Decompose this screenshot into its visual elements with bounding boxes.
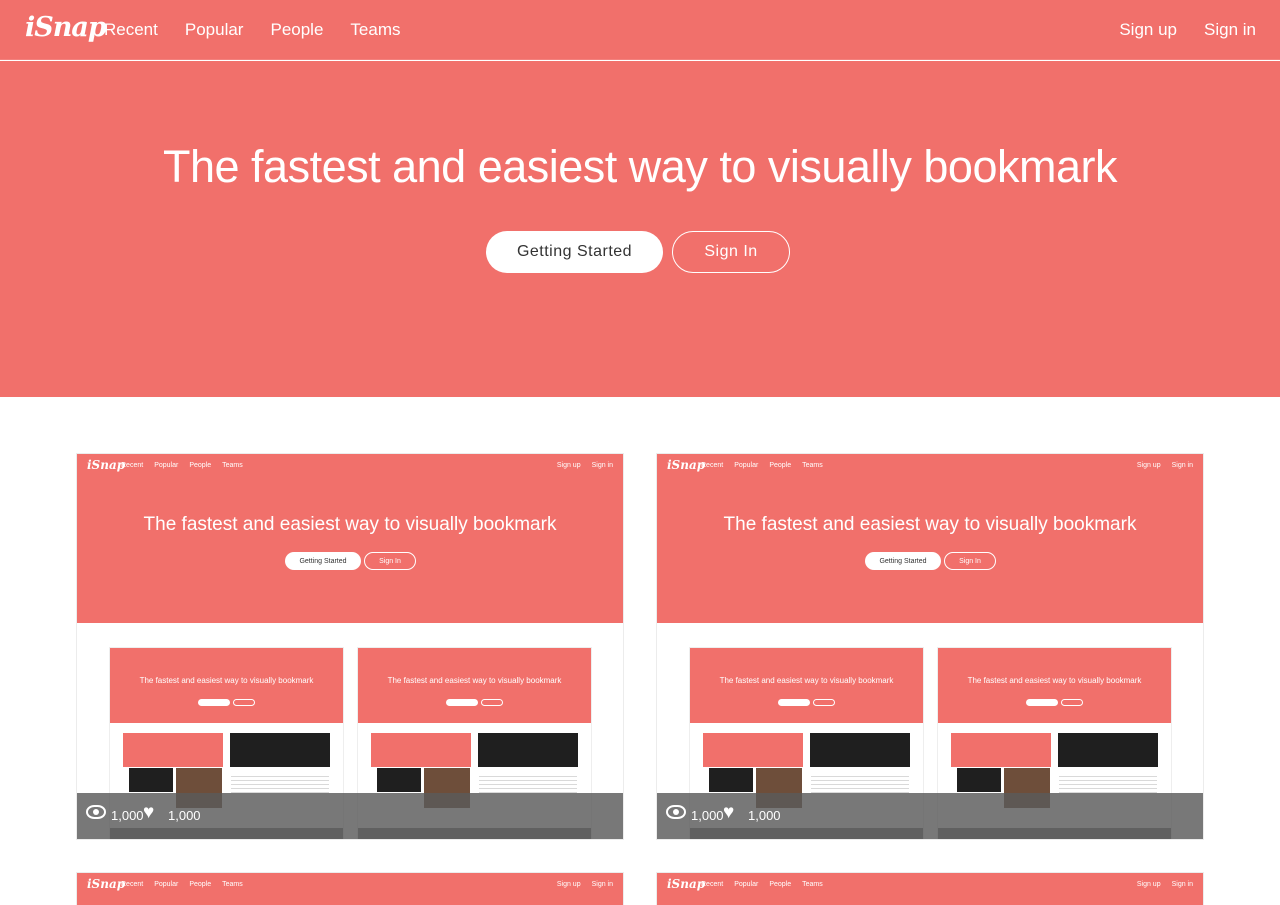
hero-section: The fastest and easiest way to visually … (0, 61, 1280, 397)
views-count: 1,000 (111, 808, 144, 823)
nav-sign-up-link[interactable]: Sign up (1119, 20, 1177, 40)
card-nav-popular: Popular (154, 881, 179, 888)
card-nav-sign-up: Sign up (556, 462, 581, 469)
eye-icon (86, 805, 106, 819)
nested-title: The fastest and easiest way to visually … (967, 676, 1142, 685)
card-sign-in: Sign In (364, 552, 416, 570)
nav-link-popular[interactable]: Popular (185, 20, 244, 40)
heart-icon[interactable]: ♥ (723, 803, 734, 822)
nav-sign-in-link[interactable]: Sign in (1204, 20, 1256, 40)
card-logo: iSnap (667, 877, 706, 891)
card-nav-sign-in: Sign in (591, 462, 613, 469)
card-screenshot-hero: The fastest and easiest way to visually … (77, 480, 623, 623)
card-logo: iSnap (87, 877, 126, 891)
card-screenshot-nav: iSnap Recent Popular People Teams Sign u… (77, 454, 623, 480)
nested-title: The fastest and easiest way to visually … (719, 676, 894, 685)
eye-icon (666, 805, 686, 819)
heart-icon[interactable]: ♥ (143, 803, 154, 822)
card-nav-recent: Recent (701, 462, 724, 469)
card-nav-people: People (189, 462, 212, 469)
card-nav-teams: Teams (802, 462, 823, 469)
top-navbar: iSnap Recent Popular People Teams Sign u… (0, 0, 1280, 60)
views-count: 1,000 (691, 808, 724, 823)
nav-link-recent[interactable]: Recent (104, 20, 158, 40)
card-screenshot-hero: The fastest and easiest way to visually … (657, 480, 1203, 623)
hero-sign-in-button[interactable]: Sign In (672, 231, 790, 273)
likes-count: 1,000 (168, 808, 201, 823)
card-nav-sign-up: Sign up (1136, 462, 1161, 469)
card-sign-in: Sign In (944, 552, 996, 570)
nav-auth-links: Sign up Sign in (1092, 20, 1256, 40)
card-nav-recent: Recent (121, 462, 144, 469)
card-screenshot-nav: iSnap Recent Popular People Teams Sign u… (657, 454, 1203, 480)
card-nav-sign-in: Sign in (1171, 881, 1193, 888)
bookmark-card[interactable]: iSnap Recent Popular People Teams Sign u… (76, 453, 624, 840)
card-stats-overlay: 1,000 ♥ 1,000 (77, 793, 623, 839)
nested-title: The fastest and easiest way to visually … (139, 676, 314, 685)
hero-title: The fastest and easiest way to visually … (163, 141, 1117, 192)
card-nav-sign-up: Sign up (1136, 881, 1161, 888)
card-screenshot-nav: iSnap Recent Popular People Teams Sign u… (657, 873, 1203, 905)
card-getting-started: Getting Started (285, 552, 361, 570)
card-nav-sign-up: Sign up (556, 881, 581, 888)
nav-link-teams[interactable]: Teams (350, 20, 400, 40)
card-nav-teams: Teams (802, 881, 823, 888)
card-stats-overlay: 1,000 ♥ 1,000 (657, 793, 1203, 839)
card-logo: iSnap (87, 458, 126, 472)
card-nav-teams: Teams (222, 462, 243, 469)
card-nav-sign-in: Sign in (591, 881, 613, 888)
card-nav-sign-in: Sign in (1171, 462, 1193, 469)
card-nav-people: People (189, 881, 212, 888)
nav-links: Recent Popular People Teams (104, 20, 428, 40)
card-nav-people: People (769, 462, 792, 469)
card-screenshot-nav: iSnap Recent Popular People Teams Sign u… (77, 873, 623, 905)
nested-title: The fastest and easiest way to visually … (387, 676, 562, 685)
card-nav-recent: Recent (701, 881, 724, 888)
getting-started-button[interactable]: Getting Started (486, 231, 663, 273)
logo[interactable]: iSnap (25, 12, 107, 43)
card-getting-started: Getting Started (865, 552, 941, 570)
likes-count: 1,000 (748, 808, 781, 823)
card-nav-popular: Popular (734, 462, 759, 469)
card-hero-title: The fastest and easiest way to visually … (143, 514, 557, 535)
card-nav-popular: Popular (734, 881, 759, 888)
card-nav-popular: Popular (154, 462, 179, 469)
card-nav-recent: Recent (121, 881, 144, 888)
bookmark-card[interactable]: iSnap Recent Popular People Teams Sign u… (656, 872, 1204, 905)
nav-link-people[interactable]: People (270, 20, 323, 40)
card-logo: iSnap (667, 458, 706, 472)
card-hero-title: The fastest and easiest way to visually … (723, 514, 1137, 535)
bookmark-card[interactable]: iSnap Recent Popular People Teams Sign u… (76, 872, 624, 905)
card-nav-people: People (769, 881, 792, 888)
bookmark-card[interactable]: iSnap Recent Popular People Teams Sign u… (656, 453, 1204, 840)
card-nav-teams: Teams (222, 881, 243, 888)
